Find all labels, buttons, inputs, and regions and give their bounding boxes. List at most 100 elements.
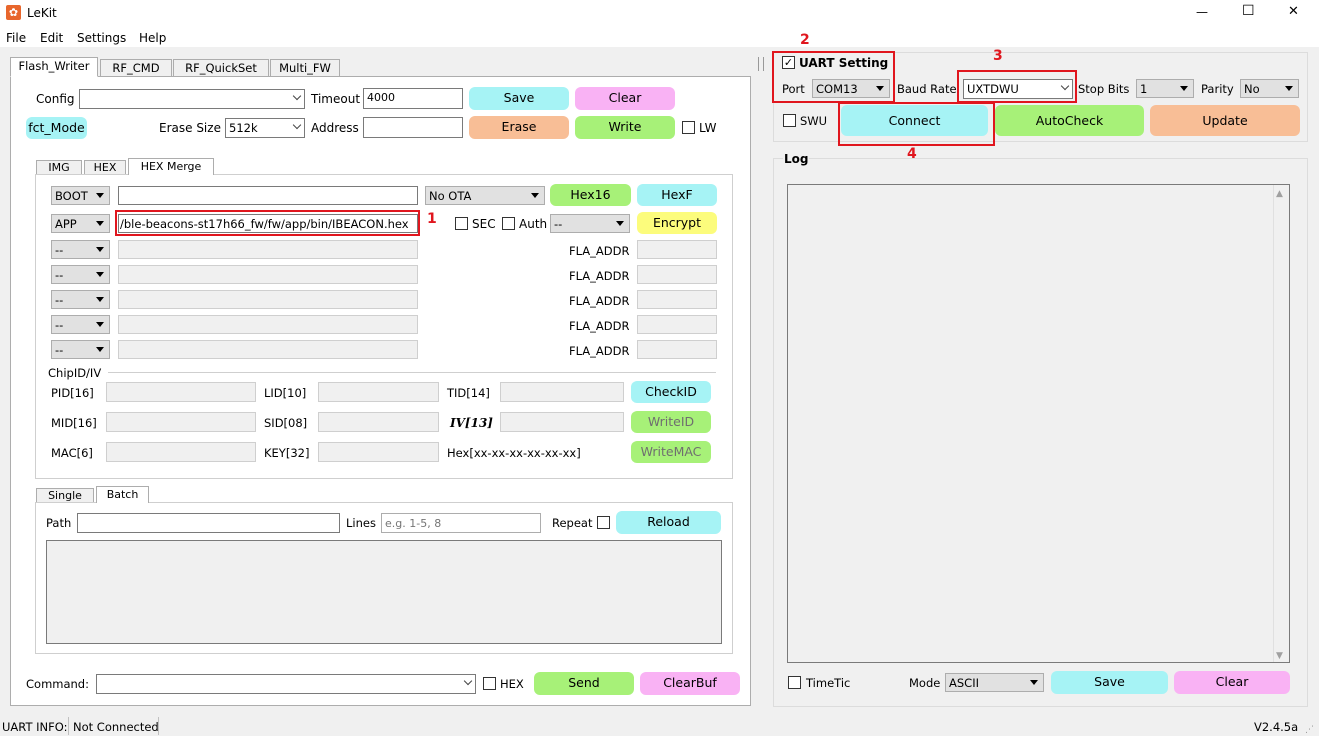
autocheck-button[interactable]: AutoCheck (995, 105, 1144, 136)
sid-label: SID[08] (264, 416, 308, 430)
scroll-up-icon[interactable]: ▲ (1276, 186, 1283, 202)
row-select[interactable]: -- (51, 290, 110, 309)
dropdown-arrow-icon (96, 221, 104, 226)
save-log-button[interactable]: Save (1051, 671, 1168, 694)
erase-size-combo[interactable]: 512k (225, 118, 305, 138)
row-select[interactable]: -- (51, 240, 110, 259)
hex-checkbox[interactable] (483, 677, 496, 690)
tab-rf-quickset[interactable]: RF_QuickSet (173, 59, 269, 77)
repeat-checkbox[interactable] (597, 516, 610, 529)
log-area[interactable] (787, 184, 1290, 663)
encrypt-button[interactable]: Encrypt (637, 212, 717, 234)
batch-list[interactable] (46, 540, 722, 644)
clear-config-button[interactable]: Clear (575, 87, 675, 110)
pid-label: PID[16] (51, 386, 94, 400)
maximize-button[interactable]: ☐ (1242, 3, 1255, 19)
command-combo[interactable] (96, 674, 476, 694)
menu-help[interactable]: Help (139, 30, 166, 46)
mid-field[interactable] (106, 412, 256, 432)
fla-addr-field[interactable] (637, 315, 717, 334)
hex16-button[interactable]: Hex16 (550, 184, 631, 206)
fla-addr-label: FLA_ADDR (569, 319, 630, 333)
tab-single[interactable]: Single (36, 488, 94, 503)
checkid-button[interactable]: CheckID (631, 381, 711, 403)
timeout-field[interactable]: 4000 (363, 88, 463, 109)
app-select[interactable]: APP (51, 214, 110, 233)
write-button[interactable]: Write (575, 116, 675, 139)
row-path-field[interactable] (118, 290, 418, 309)
fla-addr-label: FLA_ADDR (569, 344, 630, 358)
sec-label: SEC (472, 217, 496, 231)
tab-multi-fw[interactable]: Multi_FW (270, 59, 340, 77)
path-field[interactable] (77, 513, 340, 533)
annotation-number-3: 3 (993, 48, 1003, 64)
writeid-button[interactable]: WriteID (631, 411, 711, 433)
swu-checkbox[interactable] (783, 114, 796, 127)
resize-grip-icon[interactable]: ⋰ (1305, 722, 1314, 736)
config-combo[interactable] (79, 89, 305, 109)
stop-bits-select[interactable]: 1 (1136, 79, 1194, 98)
mac-field[interactable] (106, 442, 256, 462)
row-path-field[interactable] (118, 240, 418, 259)
row-select[interactable]: -- (51, 340, 110, 359)
fct-mode-button[interactable]: fct_Mode (26, 117, 87, 139)
send-button[interactable]: Send (534, 672, 634, 695)
key-field[interactable] (318, 442, 439, 462)
boot-path-field[interactable] (118, 186, 418, 205)
row-select[interactable]: -- (51, 265, 110, 284)
dropdown-arrow-icon (531, 193, 539, 198)
chevron-down-icon (292, 91, 302, 101)
scroll-down-icon[interactable]: ▼ (1276, 648, 1283, 664)
tab-batch[interactable]: Batch (96, 486, 149, 503)
address-field[interactable] (363, 117, 463, 138)
annotation-number-2: 2 (800, 32, 810, 48)
row-path-field[interactable] (118, 340, 418, 359)
auth-checkbox[interactable] (502, 217, 515, 230)
fla-addr-field[interactable] (637, 340, 717, 359)
connection-status: Not Connected (73, 720, 159, 734)
update-button[interactable]: Update (1150, 105, 1300, 136)
lw-checkbox[interactable] (682, 121, 695, 134)
close-button[interactable]: ✕ (1288, 4, 1299, 20)
reload-button[interactable]: Reload (616, 511, 721, 534)
menu-edit[interactable]: Edit (40, 30, 63, 46)
menu-bar (0, 26, 1319, 47)
tid-field[interactable] (500, 382, 624, 402)
row-path-field[interactable] (118, 315, 418, 334)
dropdown-arrow-icon (96, 322, 104, 327)
timetic-label: TimeTic (806, 676, 851, 690)
writemac-button[interactable]: WriteMAC (631, 441, 711, 463)
lid-field[interactable] (318, 382, 439, 402)
menu-file[interactable]: File (6, 30, 26, 46)
sec-checkbox[interactable] (455, 217, 468, 230)
mode-select[interactable]: ASCII (945, 673, 1044, 692)
lines-field[interactable] (381, 513, 541, 533)
splitter[interactable] (758, 57, 764, 71)
log-scrollbar[interactable] (1273, 185, 1289, 662)
subtab-img[interactable]: IMG (36, 160, 82, 175)
auth-select[interactable]: -- (550, 214, 630, 233)
boot-select[interactable]: BOOT (51, 186, 110, 205)
minimize-button[interactable]: — (1196, 4, 1208, 20)
pid-field[interactable] (106, 382, 256, 402)
subtab-hex[interactable]: HEX (84, 160, 126, 175)
subtab-hex-merge[interactable]: HEX Merge (128, 158, 214, 175)
clearbuf-button[interactable]: ClearBuf (640, 672, 740, 695)
menu-settings[interactable]: Settings (77, 30, 126, 46)
hexf-button[interactable]: HexF (637, 184, 717, 206)
row-select[interactable]: -- (51, 315, 110, 334)
iv-field[interactable] (500, 412, 624, 432)
tab-rf-cmd[interactable]: RF_CMD (100, 59, 172, 77)
parity-select[interactable]: No (1240, 79, 1299, 98)
erase-button[interactable]: Erase (469, 116, 569, 139)
row-path-field[interactable] (118, 265, 418, 284)
ota-select[interactable]: No OTA (425, 186, 545, 205)
clear-log-button[interactable]: Clear (1174, 671, 1290, 694)
tab-flash-writer[interactable]: Flash_Writer (10, 57, 98, 77)
fla-addr-field[interactable] (637, 265, 717, 284)
timetic-checkbox[interactable] (788, 676, 801, 689)
sid-field[interactable] (318, 412, 439, 432)
fla-addr-field[interactable] (637, 290, 717, 309)
save-config-button[interactable]: Save (469, 87, 569, 110)
fla-addr-field[interactable] (637, 240, 717, 259)
